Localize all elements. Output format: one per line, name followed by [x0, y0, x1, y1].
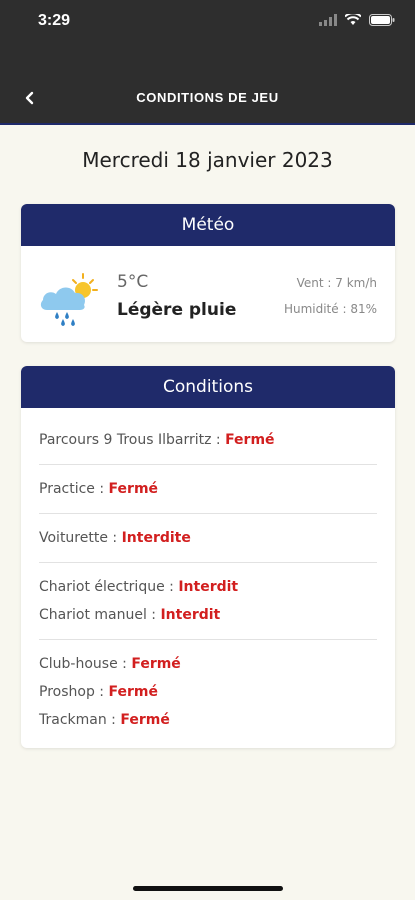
condition-row: Chariot manuel : Interdit	[39, 607, 221, 623]
condition-label: Voiturette	[39, 530, 108, 546]
condition-label: Proshop	[39, 684, 95, 700]
conditions-card-header: Conditions	[21, 366, 395, 408]
top-bar: 3:29 CONDITIONS DE JEU	[0, 0, 415, 125]
temperature: 5°C	[117, 272, 149, 292]
wifi-icon	[345, 14, 361, 25]
conditions-group: Voiturette : Interdite	[39, 514, 377, 563]
status-time: 3:29	[38, 12, 71, 29]
condition-row: Proshop : Fermé	[39, 684, 158, 700]
conditions-card: Conditions Parcours 9 Trous Ilbarritz : …	[21, 366, 395, 748]
condition-row: Voiturette : Interdite	[39, 530, 191, 546]
conditions-group: Chariot électrique : Interdit Chariot ma…	[39, 563, 377, 640]
conditions-group: Club-house : Fermé Proshop : Fermé Track…	[39, 640, 377, 744]
condition-row: Practice : Fermé	[39, 481, 159, 497]
rain-cloud-sun-icon	[37, 272, 101, 332]
home-indicator[interactable]	[133, 886, 283, 891]
condition-status: Fermé	[108, 481, 159, 497]
condition-label: Trackman	[39, 712, 107, 728]
condition-status: Interdit	[178, 579, 239, 595]
condition-label: Club-house	[39, 656, 118, 672]
conditions-list: Parcours 9 Trous Ilbarritz : Fermé Pract…	[21, 408, 395, 744]
condition-label: Chariot électrique	[39, 579, 165, 595]
condition-status: Interdite	[121, 530, 191, 546]
conditions-group: Practice : Fermé	[39, 465, 377, 514]
condition-status: Fermé	[225, 432, 275, 448]
condition-label: Practice	[39, 481, 95, 497]
page-title: CONDITIONS DE JEU	[136, 90, 279, 105]
condition-status: Fermé	[108, 684, 158, 700]
date-heading: Mercredi 18 janvier 2023	[82, 148, 333, 172]
wind-speed: Vent : 7 km/h	[296, 276, 377, 290]
signal-icon	[319, 14, 337, 26]
condition-row: Parcours 9 Trous Ilbarritz : Fermé	[39, 432, 275, 448]
condition-label: Parcours 9 Trous Ilbarritz	[39, 432, 212, 448]
battery-icon	[369, 14, 395, 26]
condition-row: Chariot électrique : Interdit	[39, 579, 239, 595]
weather-card-header: Météo	[21, 204, 395, 246]
weather-condition: Légère pluie	[117, 300, 237, 320]
status-icons	[319, 14, 395, 26]
condition-status: Fermé	[131, 656, 181, 672]
condition-label: Chariot manuel	[39, 607, 147, 623]
condition-row: Trackman : Fermé	[39, 712, 170, 728]
weather-card: Météo 5°C Légère pluie Vent : 7 km/h Hum…	[21, 204, 395, 342]
humidity: Humidité : 81%	[283, 302, 377, 316]
conditions-group: Parcours 9 Trous Ilbarritz : Fermé	[39, 416, 377, 465]
condition-status: Fermé	[120, 712, 170, 728]
condition-row: Club-house : Fermé	[39, 656, 181, 672]
condition-status: Interdit	[160, 607, 221, 623]
